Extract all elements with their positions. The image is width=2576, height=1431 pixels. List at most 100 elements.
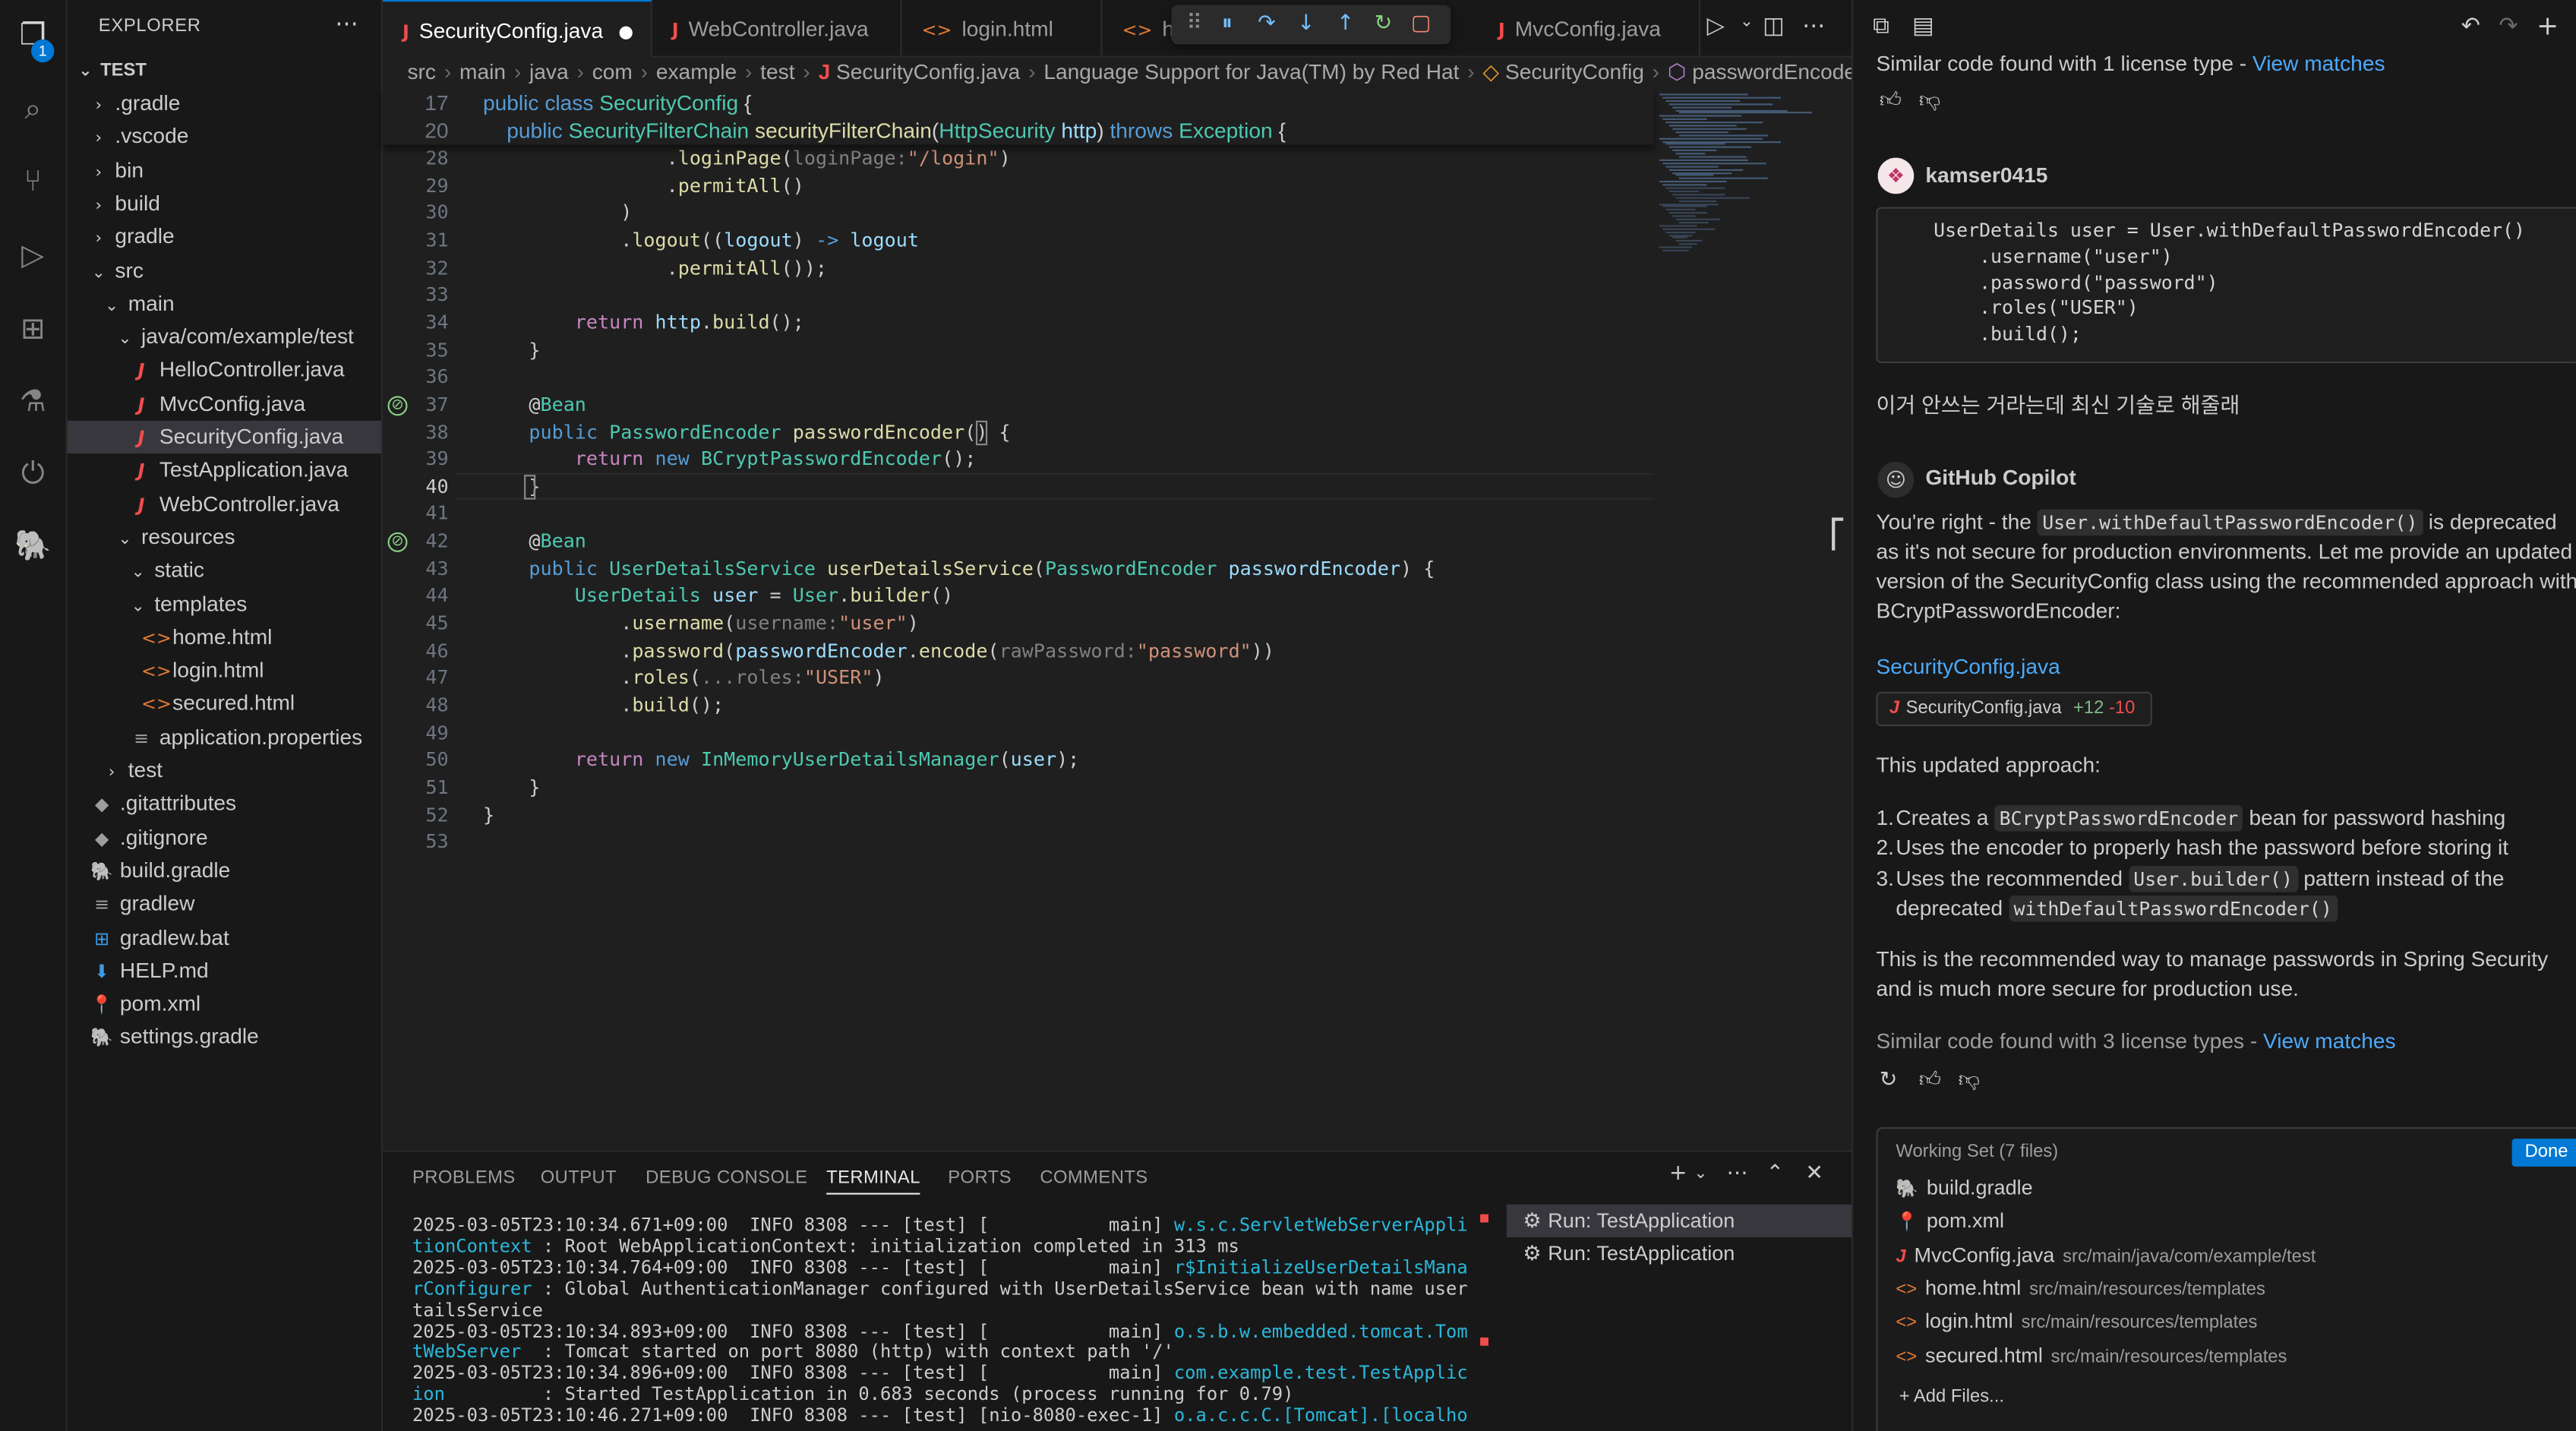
working-set-file[interactable]: <> secured.html src/main/resources/templat… xyxy=(1896,1338,2287,1371)
tree-file[interactable]: ⬇ HELP.md xyxy=(68,954,381,987)
file-link[interactable]: SecurityConfig.java xyxy=(1876,652,2576,682)
close-panel-icon[interactable]: ✕ xyxy=(1805,1161,1823,1186)
bean-gutter-icon[interactable]: ⊘ xyxy=(387,396,408,415)
run-icon[interactable]: ▷ xyxy=(1707,13,1725,39)
code-line[interactable]: return new BCryptPasswordEncoder(); xyxy=(483,447,977,470)
scrollbar-marker[interactable] xyxy=(1832,517,1844,551)
code-line[interactable]: .build(); xyxy=(483,693,724,716)
tree-file[interactable]: ⊞ gradlew.bat xyxy=(68,921,381,954)
step-over-icon[interactable]: ↷ xyxy=(1250,8,1283,41)
bean-gutter-icon[interactable]: ⊘ xyxy=(387,532,408,553)
code-line[interactable]: .permitAll() xyxy=(483,174,804,197)
code-line[interactable]: ) xyxy=(483,201,632,224)
working-set-file[interactable]: J MvcConfig.java src/main/java/com/example… xyxy=(1896,1238,2316,1271)
tree-folder[interactable]: › test xyxy=(68,754,381,787)
tree-file[interactable]: J WebController.java xyxy=(68,488,381,520)
extensions-icon[interactable]: ⊞ xyxy=(13,311,52,350)
code-line[interactable]: .permitAll()); xyxy=(483,256,827,279)
drag-handle-icon[interactable]: ⠿ xyxy=(1178,8,1211,41)
code-editor[interactable]: 28 .loginPage(loginPage:"/login") 29 .per… xyxy=(383,87,1852,1151)
restart-icon[interactable]: ↻ xyxy=(1367,8,1400,41)
working-set-file[interactable]: <> login.html src/main/resources/templates xyxy=(1896,1305,2257,1338)
working-set-file[interactable]: 🐘 build.gradle xyxy=(1896,1171,2032,1204)
step-out-icon[interactable]: ↑ xyxy=(1329,8,1362,41)
tree-file[interactable]: <>secured.html xyxy=(68,687,381,720)
chevron-down-icon[interactable]: ⌄ xyxy=(1694,1165,1707,1183)
split-editor-icon[interactable]: ◫ xyxy=(1763,13,1785,39)
code-line[interactable]: @Bean xyxy=(483,529,586,552)
tree-folder[interactable]: › build xyxy=(68,187,381,220)
panel-tab-output[interactable]: OUTPUT xyxy=(541,1168,617,1188)
tree-file[interactable]: ◆ .gitattributes xyxy=(68,788,381,820)
code-line[interactable]: return http.build(); xyxy=(483,311,804,333)
code-line[interactable]: public class SecurityConfig { xyxy=(483,90,751,115)
panel-tab-comments[interactable]: COMMENTS xyxy=(1040,1168,1148,1188)
tree-file[interactable]: ◆ .gitignore xyxy=(68,821,381,854)
breadcrumb-item[interactable]: SecurityConfig.java xyxy=(836,59,1020,84)
tab-home-html[interactable]: <>hc xyxy=(1103,0,1185,58)
breadcrumb-item[interactable]: com xyxy=(592,59,633,84)
view-matches-link[interactable]: View matches xyxy=(2263,1028,2396,1053)
tree-file[interactable]: J MvcConfig.java xyxy=(68,387,381,420)
panel-tab-ports[interactable]: PORTS xyxy=(948,1168,1012,1188)
tab-login-html[interactable]: <> login.html xyxy=(902,0,1103,58)
code-line[interactable]: .logout((logout) -> logout xyxy=(483,229,919,251)
code-line[interactable]: @Bean xyxy=(483,393,586,415)
tree-file[interactable]: 🐘 build.gradle xyxy=(68,854,381,887)
tree-folder[interactable]: ⌄ java/com/example/test xyxy=(68,321,381,353)
breadcrumb-item[interactable]: passwordEncoder xyxy=(1692,59,1852,84)
done-button[interactable]: Done xyxy=(2511,1139,2576,1167)
code-line[interactable]: .username(username:"user") xyxy=(483,611,919,634)
tree-file[interactable]: 📍 pom.xml xyxy=(68,987,381,1020)
tree-folder[interactable]: ⌄ src xyxy=(68,254,381,286)
view-matches-link[interactable]: View matches xyxy=(2252,51,2385,75)
gradle-icon[interactable]: 🐘 xyxy=(13,527,52,567)
panel-tab-debug-console[interactable]: DEBUG CONSOLE xyxy=(646,1168,807,1188)
tree-file[interactable]: ≡ application.properties xyxy=(68,721,381,753)
code-line[interactable]: UserDetails user = User.builder() xyxy=(483,584,953,607)
breadcrumb-item[interactable]: Language Support for Java(TM) by Red Hat xyxy=(1043,59,1459,84)
tree-file[interactable]: <>home.html xyxy=(68,621,381,653)
tree-folder[interactable]: › .vscode xyxy=(68,121,381,153)
code-line[interactable]: .password(passwordEncoder.encode(rawPass… xyxy=(483,639,1274,662)
working-set-file[interactable]: <> home.html src/main/resources/templates xyxy=(1896,1271,2265,1304)
file-change-chip[interactable]: J SecurityConfig.java +12 -10 xyxy=(1876,691,2152,727)
more-actions-icon[interactable]: ⋯ xyxy=(1727,1161,1748,1186)
code-line[interactable]: } xyxy=(483,803,494,826)
explorer-root[interactable]: ⌄ TEST xyxy=(68,54,381,87)
breadcrumb-item[interactable]: main xyxy=(459,59,506,84)
breadcrumb-item[interactable]: test xyxy=(760,59,794,84)
stop-icon[interactable]: ▢ xyxy=(1405,8,1438,41)
terminal-instance[interactable]: ⚙ Run: TestApplication xyxy=(1506,1204,1852,1237)
tree-file[interactable]: ≡ gradlew xyxy=(68,888,381,921)
code-line[interactable]: public UserDetailsService userDetailsSer… xyxy=(483,557,1435,580)
tree-file[interactable]: 🐘 settings.gradle xyxy=(68,1021,381,1054)
code-line[interactable]: } xyxy=(483,776,540,798)
tree-folder[interactable]: › gradle xyxy=(68,220,381,253)
thumbs-down-icon[interactable]: 👎︎ xyxy=(1919,89,1941,113)
source-control-icon[interactable]: ⑂ xyxy=(13,163,52,202)
code-line[interactable]: public PasswordEncoder passwordEncoder()… xyxy=(483,420,1010,443)
code-line[interactable]: return new InMemoryUserDetailsManager(us… xyxy=(483,748,1079,771)
breadcrumb-item[interactable]: SecurityConfig xyxy=(1505,59,1644,84)
tree-folder[interactable]: ⌄ static xyxy=(68,554,381,586)
add-files-button[interactable]: + Add Files... xyxy=(1899,1387,2004,1407)
panel-tab-terminal[interactable]: TERMINAL xyxy=(826,1168,920,1195)
testing-icon[interactable]: ⚗ xyxy=(13,383,52,422)
minimap[interactable] xyxy=(1654,87,1852,285)
thumbs-down-icon[interactable]: 👎︎ xyxy=(1959,1068,1981,1092)
maximize-panel-icon[interactable]: ⌃ xyxy=(1766,1161,1785,1186)
retry-icon[interactable]: ↻ xyxy=(1880,1068,1898,1092)
remote-explorer-icon[interactable]: ⏻ xyxy=(13,455,52,494)
new-chat-icon[interactable]: ⧉ xyxy=(1873,13,1889,39)
step-into-icon[interactable]: ↓ xyxy=(1290,8,1322,41)
tree-file[interactable]: J HelloController.java xyxy=(68,354,381,387)
run-debug-icon[interactable]: ▷ xyxy=(13,237,52,276)
redo-icon[interactable]: ↷ xyxy=(2499,13,2518,39)
code-line[interactable]: } xyxy=(483,338,540,361)
search-icon[interactable]: ⌕ xyxy=(13,90,52,130)
pause-icon[interactable]: ⏸ xyxy=(1211,8,1243,41)
tree-file[interactable]: J TestApplication.java xyxy=(68,454,381,487)
edits-icon[interactable]: ▤ xyxy=(1912,13,1934,39)
code-line[interactable]: .loginPage(loginPage:"/login") xyxy=(483,147,1011,169)
